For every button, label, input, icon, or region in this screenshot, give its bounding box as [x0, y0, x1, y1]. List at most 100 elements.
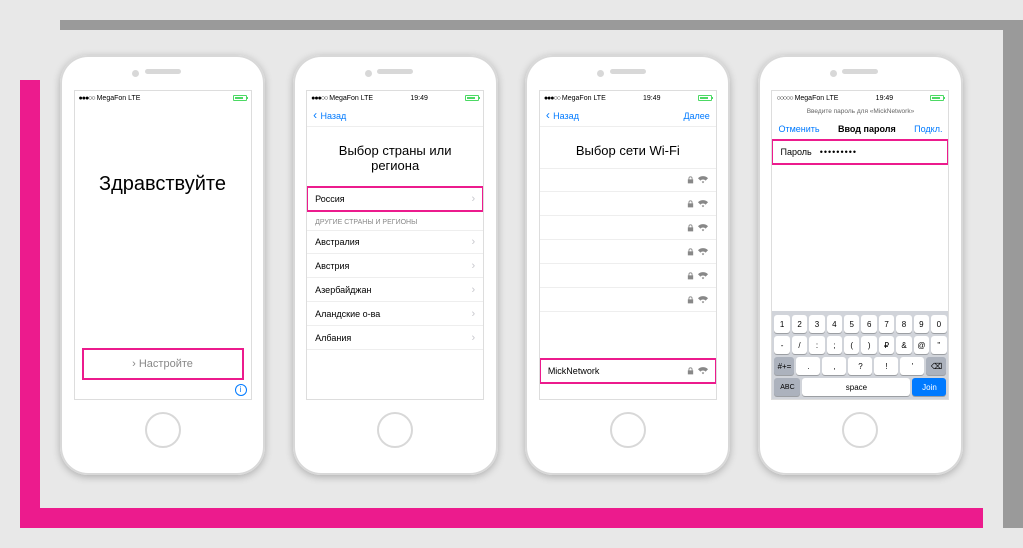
- hello-greeting: Здравствуйте: [75, 173, 251, 196]
- country-row-featured[interactable]: Россия ›: [307, 187, 483, 211]
- keyboard: 1234567890 -/:;()₽&@" #+= .,?!' ⌫ ABC sp…: [772, 311, 948, 399]
- lock-icon: [687, 296, 694, 304]
- time-label: 19:49: [410, 95, 428, 102]
- screen-country: ●●●○○ MegaFon LTE 19:49 Назад Выбор стра…: [306, 90, 484, 400]
- lock-icon: [687, 224, 694, 232]
- phones-row: ●●●○○ MegaFon LTE Здравствуйте Настройте…: [60, 55, 963, 488]
- chevron-right-icon: ›: [471, 308, 475, 320]
- country-row[interactable]: Аландские о-ва ›: [307, 302, 483, 326]
- home-button[interactable]: [842, 412, 878, 448]
- wifi-row[interactable]: [540, 168, 716, 192]
- key[interactable]: 1: [774, 315, 789, 333]
- phone-country: ●●●○○ MegaFon LTE 19:49 Назад Выбор стра…: [293, 55, 498, 475]
- wifi-icon: [698, 200, 708, 208]
- modal-title: Ввод пароля: [838, 124, 896, 134]
- key[interactable]: 5: [844, 315, 859, 333]
- password-field-row[interactable]: Пароль •••••••••: [772, 140, 948, 164]
- battery-icon: [698, 95, 712, 101]
- setup-label: Настройте: [132, 358, 193, 370]
- country-label: Аландские о-ва: [315, 309, 380, 319]
- key-symbols[interactable]: #+=: [774, 357, 794, 375]
- screen-wifi: ●●●○○ MegaFon LTE 19:49 Назад Далее Выбо…: [539, 90, 717, 400]
- key-space[interactable]: space: [802, 378, 910, 396]
- lock-icon: [687, 176, 694, 184]
- status-bar: ●●●○○ MegaFon LTE 19:49: [540, 91, 716, 105]
- home-button[interactable]: [610, 412, 646, 448]
- time-label: 19:49: [876, 95, 894, 102]
- key[interactable]: 9: [914, 315, 929, 333]
- key[interactable]: -: [774, 336, 789, 354]
- chevron-right-icon: ›: [471, 193, 475, 205]
- key[interactable]: :: [809, 336, 824, 354]
- key[interactable]: ,: [822, 357, 846, 375]
- key-join[interactable]: Join: [912, 378, 946, 396]
- password-input[interactable]: •••••••••: [820, 147, 857, 157]
- key[interactable]: 7: [879, 315, 894, 333]
- frame-decoration: [20, 508, 983, 528]
- key[interactable]: &: [896, 336, 911, 354]
- key[interactable]: 8: [896, 315, 911, 333]
- wifi-icon: [698, 367, 708, 375]
- country-label: Албания: [315, 333, 351, 343]
- wifi-row[interactable]: [540, 264, 716, 288]
- setup-button[interactable]: Настройте: [83, 349, 243, 379]
- key[interactable]: ): [861, 336, 876, 354]
- key[interactable]: 4: [827, 315, 842, 333]
- cancel-button[interactable]: Отменить: [778, 124, 819, 134]
- country-row[interactable]: Австралия›: [307, 230, 483, 254]
- country-row[interactable]: Азербайджан›: [307, 278, 483, 302]
- key[interactable]: /: [792, 336, 807, 354]
- key[interactable]: @: [914, 336, 929, 354]
- key[interactable]: .: [796, 357, 820, 375]
- password-label: Пароль: [780, 147, 811, 157]
- key[interactable]: 2: [792, 315, 807, 333]
- key[interactable]: 3: [809, 315, 824, 333]
- key[interactable]: 6: [861, 315, 876, 333]
- wifi-row[interactable]: [540, 288, 716, 312]
- key[interactable]: 0: [931, 315, 946, 333]
- status-bar: ○○○○○ MegaFon LTE 19:49: [772, 91, 948, 105]
- network-label: LTE: [128, 95, 140, 102]
- battery-icon: [465, 95, 479, 101]
- status-bar: ●●●○○ MegaFon LTE: [75, 91, 251, 105]
- country-row[interactable]: Австрия›: [307, 254, 483, 278]
- key[interactable]: ': [900, 357, 924, 375]
- lock-icon: [687, 272, 694, 280]
- key[interactable]: ?: [848, 357, 872, 375]
- nav-bar: Назад Далее: [540, 105, 716, 127]
- time-label: 19:49: [643, 95, 661, 102]
- wifi-row-selected[interactable]: MickNetwork: [540, 359, 716, 383]
- key[interactable]: (: [844, 336, 859, 354]
- screen-hello: ●●●○○ MegaFon LTE Здравствуйте Настройте…: [74, 90, 252, 400]
- back-button[interactable]: Назад: [313, 111, 346, 121]
- status-bar: ●●●○○ MegaFon LTE 19:49: [307, 91, 483, 105]
- wifi-row[interactable]: [540, 240, 716, 264]
- wifi-row[interactable]: [540, 216, 716, 240]
- home-button[interactable]: [145, 412, 181, 448]
- wifi-ssid-label: MickNetwork: [548, 366, 600, 376]
- chevron-right-icon: ›: [471, 284, 475, 296]
- connect-button[interactable]: Подкл.: [914, 124, 942, 134]
- page-title: Выбор сети Wi-Fi: [540, 143, 716, 158]
- key-abc[interactable]: ABC: [774, 378, 800, 396]
- country-label: Австралия: [315, 237, 359, 247]
- phone-hello: ●●●○○ MegaFon LTE Здравствуйте Настройте…: [60, 55, 265, 475]
- wifi-row[interactable]: [540, 192, 716, 216]
- key[interactable]: ": [931, 336, 946, 354]
- tutorial-stage: ●●●○○ MegaFon LTE Здравствуйте Настройте…: [0, 0, 1023, 548]
- lock-icon: [687, 367, 694, 375]
- key[interactable]: ;: [827, 336, 842, 354]
- modal-header: Отменить Ввод пароля Подкл.: [772, 118, 948, 140]
- key[interactable]: !: [874, 357, 898, 375]
- battery-icon: [930, 95, 944, 101]
- back-button[interactable]: Назад: [546, 111, 579, 121]
- info-icon[interactable]: i: [235, 384, 247, 396]
- key-backspace[interactable]: ⌫: [926, 357, 946, 375]
- country-row[interactable]: Албания›: [307, 326, 483, 350]
- next-button[interactable]: Далее: [683, 111, 709, 121]
- frame-decoration: [20, 80, 40, 528]
- lock-icon: [687, 200, 694, 208]
- page-title: Выбор страны или региона: [307, 143, 483, 173]
- key[interactable]: ₽: [879, 336, 894, 354]
- home-button[interactable]: [377, 412, 413, 448]
